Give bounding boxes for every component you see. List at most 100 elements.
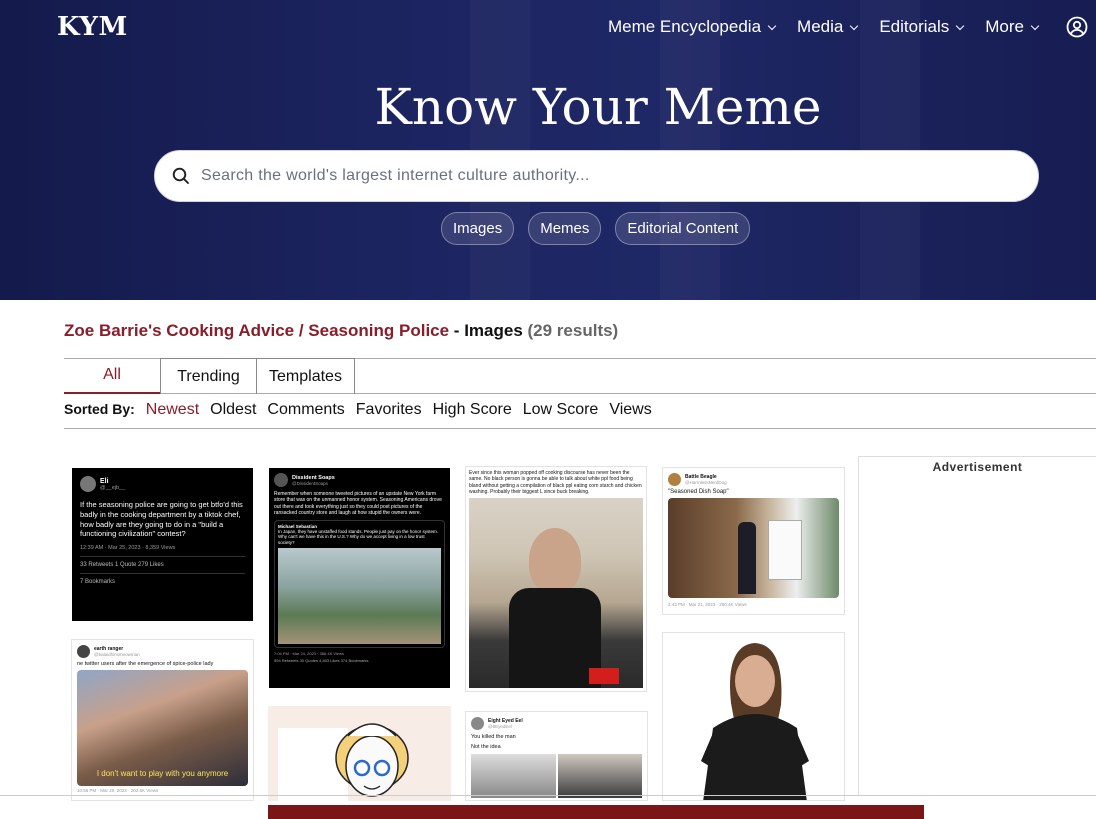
tweet-text: Remember when someone tweeted pictures o… (274, 491, 442, 516)
pill-memes[interactable]: Memes (528, 212, 602, 245)
sort-favorites[interactable]: Favorites (356, 401, 422, 419)
main-nav: Meme Encyclopedia Media Editorials More (608, 17, 1040, 37)
sort-bar: Sorted By: Newest Oldest Comments Favori… (64, 401, 652, 419)
gallery-image-card[interactable]: Battle Beagle @HarmlessNerdDog "Seasoned… (662, 467, 845, 615)
gallery-image-card[interactable]: earth ranger @balaidhinsmeowman ne twitt… (71, 639, 254, 801)
woman-photo (469, 498, 643, 688)
sort-low-score[interactable]: Low Score (523, 401, 599, 419)
avatar (471, 717, 484, 730)
nav-media[interactable]: Media (797, 17, 859, 37)
man-with-board-photo (668, 498, 839, 598)
tweet-bookmarks: 7 Bookmarks (80, 573, 245, 585)
jacket-shape (509, 588, 601, 688)
gallery-tabs: All Trending Templates (64, 358, 1096, 394)
results-count: (29 results) (527, 321, 619, 340)
site-logo[interactable]: KYM (57, 12, 128, 42)
nav-editorials[interactable]: Editorials (879, 17, 965, 37)
chevron-down-icon (1030, 21, 1040, 30)
user-account-icon[interactable] (1066, 16, 1088, 38)
hero-banner: KYM Meme Encyclopedia Media Editorials M… (0, 0, 1096, 300)
gallery-image-card[interactable] (662, 632, 845, 801)
gallery-image-card[interactable]: Ever since this woman popped off cooking… (465, 466, 647, 692)
search-input[interactable] (201, 167, 1001, 185)
tweet-stats: 594 Retweets 30 Quotes 4,803 Likes 374 B… (274, 658, 369, 664)
tweet-time: 2:43 PM · Mar 21, 2023 · 290.4K Views (668, 602, 747, 607)
man-figure (738, 522, 756, 594)
red-pot (589, 668, 619, 684)
tweet-text: ne twitter users after the emergence of … (77, 661, 214, 667)
gallery-image-card[interactable] (268, 706, 451, 801)
meme-link[interactable]: Zoe Barrie's Cooking Advice / Seasoning … (64, 321, 449, 340)
quote-text: In Japan, they have unstaffed food stand… (278, 529, 439, 545)
ad-label: Advertisement (932, 460, 1023, 474)
nav-meme-encyclopedia[interactable]: Meme Encyclopedia (608, 17, 777, 37)
tweet-photos (471, 754, 642, 798)
tweet-handle: @balaidhinsmeowman (94, 652, 140, 657)
tweet-header: earth ranger @balaidhinsmeowman (77, 645, 248, 658)
sort-comments[interactable]: Comments (267, 401, 344, 419)
tweet-handle: @8EyedEel (488, 724, 512, 729)
tweet-handle: @HarmlessNerdDog (685, 480, 727, 485)
avatar (77, 645, 90, 658)
cartoon-skull-illustration (278, 723, 409, 801)
search-icon[interactable] (171, 166, 191, 186)
avatar (80, 476, 96, 492)
nav-more[interactable]: More (985, 17, 1040, 37)
gallery-image-card[interactable]: Eight Eyed Eel @8EyedEel You killed the … (465, 711, 648, 801)
tweet-stats: 33 Retweets 1 Quote 279 Likes (80, 556, 245, 568)
gallery-image-card[interactable]: Dissident Soaps @DissidentSoaps Remember… (269, 468, 450, 688)
nav-label: Editorials (879, 17, 950, 36)
divider (64, 428, 1096, 429)
tweet-author: Eli (100, 477, 109, 485)
sort-views[interactable]: Views (609, 401, 651, 419)
sort-high-score[interactable]: High Score (433, 401, 512, 419)
search-filter-pills: Images Memes Editorial Content (441, 212, 751, 245)
sort-newest[interactable]: Newest (146, 401, 199, 419)
tweet-handle: @__ejb__ (100, 484, 126, 491)
tab-all[interactable]: All (64, 358, 160, 394)
tweet-text: Ever since this woman popped off cooking… (469, 470, 642, 495)
nav-label: More (985, 17, 1024, 36)
gallery-image-card[interactable]: Eli @__ejb__ If the seasoning police are… (72, 468, 253, 621)
results-heading: Zoe Barrie's Cooking Advice / Seasoning … (64, 321, 618, 341)
tweet-header: Eight Eyed Eel @8EyedEel (471, 717, 642, 730)
white-board (768, 520, 802, 580)
tweet-time: 10:56 PM · Mar 20, 2023 · 202.6K Views (77, 788, 159, 793)
tweet-text: If the seasoning police are going to get… (80, 500, 243, 539)
quoted-photo (278, 548, 441, 645)
face-shape (529, 528, 581, 592)
tweet-text: "Seasoned Dish Soap" (668, 489, 729, 495)
avatar (668, 473, 681, 486)
chevron-down-icon (767, 21, 777, 30)
bottom-banner-ad[interactable] (268, 805, 924, 819)
tweet-time: 12:39 AM · Mar 25, 2023 · 8,359 Views (80, 545, 176, 551)
pill-editorial-content[interactable]: Editorial Content (615, 212, 751, 245)
quoted-tweet: Michael Sebastian In Japan, they have un… (274, 520, 445, 649)
woman-hands-on-hips-image (701, 643, 809, 800)
tweet-header: Battle Beagle @HarmlessNerdDog (668, 473, 839, 486)
page-title: Know Your Meme (374, 78, 822, 136)
sticky-ad-divider (0, 795, 1096, 796)
chevron-down-icon (850, 21, 859, 30)
tweet-author: Dissident Soaps (292, 474, 335, 481)
pill-images[interactable]: Images (441, 212, 515, 245)
tab-templates[interactable]: Templates (257, 358, 355, 394)
heading-separator: - (449, 321, 465, 340)
tweet-header: Dissident Soaps @DissidentSoaps (274, 473, 445, 487)
bw-photo (471, 754, 556, 798)
tab-trending[interactable]: Trending (160, 358, 257, 394)
tweet-line-2: Not the idea (471, 744, 501, 750)
search-bar (154, 150, 1039, 202)
chevron-down-icon (956, 21, 965, 30)
section-label: Images (464, 321, 523, 340)
animated-scene-image: I don't want to play with you anymore (77, 670, 248, 786)
tweet-handle: @DissidentSoaps (292, 480, 328, 486)
advertisement-slot[interactable]: Advertisement (858, 456, 1096, 796)
avatar (274, 473, 288, 487)
image-caption: I don't want to play with you anymore (96, 769, 229, 778)
tweet-header: Eli @__ejb__ (80, 476, 245, 492)
sort-oldest[interactable]: Oldest (210, 401, 256, 419)
nav-label: Media (797, 17, 844, 36)
sort-label: Sorted By: (64, 401, 135, 417)
tweet-time: 7:04 PM · Mar 24, 2023 · 386.4K Views (274, 651, 344, 657)
